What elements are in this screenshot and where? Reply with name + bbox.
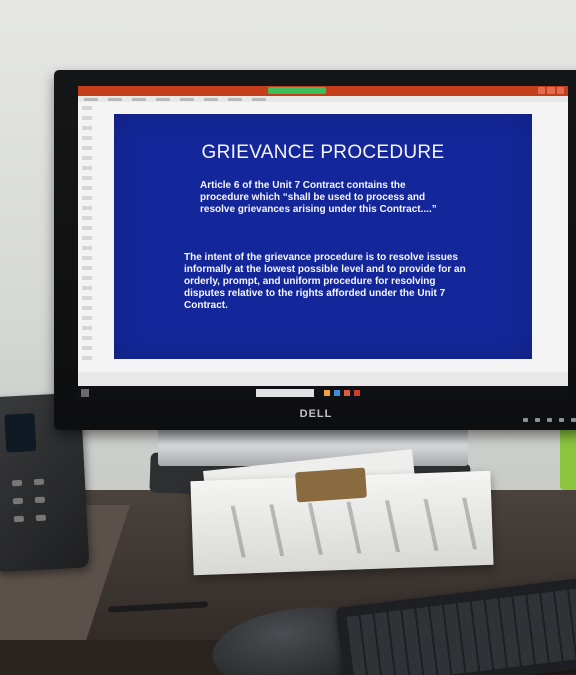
ribbon-tab[interactable]: [108, 97, 122, 101]
ribbon-tab[interactable]: [252, 97, 266, 101]
phone-key: [12, 497, 24, 505]
ribbon-tab[interactable]: [156, 97, 170, 101]
phone-keypad: [8, 474, 61, 531]
slide-title: GRIEVANCE PROCEDURE: [201, 142, 445, 163]
app-titlebar: [78, 86, 568, 96]
ribbon-tab[interactable]: [228, 97, 242, 101]
slide-paragraph-2: The intent of the grievance procedure is…: [184, 252, 466, 311]
taskbar-app-icon[interactable]: [324, 390, 330, 396]
monitor-screen: GRIEVANCE PROCEDURE Article 6 of the Uni…: [78, 86, 568, 386]
app-statusbar: [78, 372, 568, 386]
green-object: [560, 420, 576, 490]
monitor-button[interactable]: [535, 418, 540, 422]
ribbon-tab[interactable]: [204, 97, 218, 101]
titlebar-highlight: [268, 87, 326, 94]
phone-screen: [4, 413, 37, 453]
minimize-button[interactable]: [538, 87, 546, 94]
ribbon-tab[interactable]: [132, 97, 146, 101]
monitor-button[interactable]: [559, 418, 564, 422]
phone-key: [36, 514, 47, 522]
taskbar-app-icon[interactable]: [344, 390, 350, 396]
window-controls: [538, 87, 564, 94]
monitor-buttons: [523, 418, 576, 422]
phone-key: [11, 479, 23, 487]
phone-key: [34, 478, 45, 486]
desk-clutter: [295, 467, 367, 503]
start-icon[interactable]: [81, 389, 89, 397]
windows-taskbar: [78, 386, 568, 400]
dell-logo: DELL: [299, 408, 333, 420]
monitor: GRIEVANCE PROCEDURE Article 6 of the Uni…: [54, 70, 576, 430]
power-button[interactable]: [571, 418, 576, 422]
maximize-button[interactable]: [547, 87, 555, 94]
slide-paragraph-1: Article 6 of the Unit 7 Contract contain…: [200, 180, 437, 215]
ribbon-tab[interactable]: [84, 97, 98, 101]
presentation-slide: GRIEVANCE PROCEDURE Article 6 of the Uni…: [114, 114, 532, 359]
taskbar-search-bar[interactable]: [256, 389, 314, 397]
monitor-button[interactable]: [523, 418, 528, 422]
phone-key: [13, 515, 25, 523]
taskbar-app-icon[interactable]: [354, 390, 360, 396]
app-ribbon: [78, 96, 568, 102]
monitor-button[interactable]: [547, 418, 552, 422]
close-button[interactable]: [556, 87, 564, 94]
box-print: [205, 497, 478, 559]
ribbon-tab[interactable]: [180, 97, 194, 101]
photo-scene: GRIEVANCE PROCEDURE Article 6 of the Uni…: [0, 0, 576, 675]
slide-thumbnail-strip[interactable]: [82, 106, 92, 366]
phone-key: [35, 496, 46, 504]
taskbar-app-icon[interactable]: [334, 390, 340, 396]
